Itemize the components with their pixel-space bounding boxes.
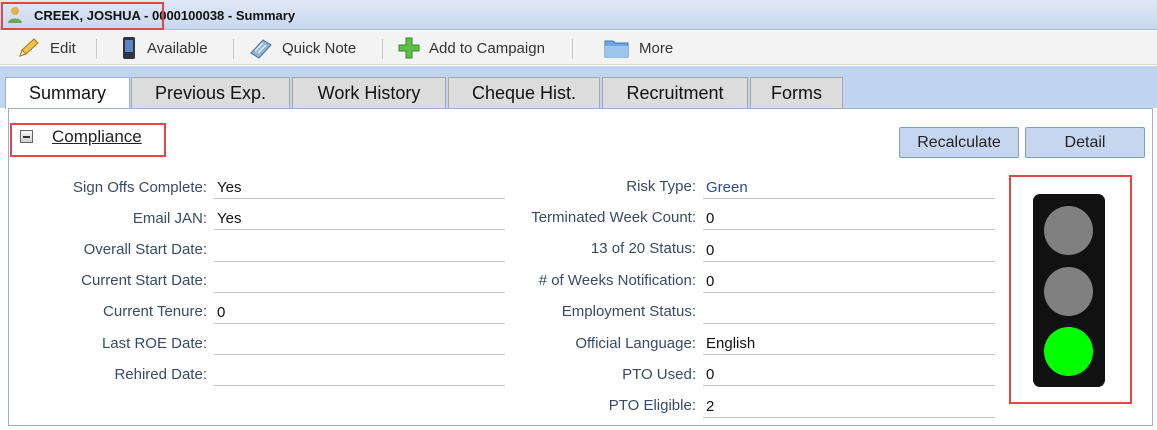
pto-eligible-value: 2 — [703, 396, 995, 418]
overall-start-date-value — [214, 240, 505, 262]
rehired-date-value — [214, 364, 505, 386]
available-label: Available — [147, 39, 208, 57]
field-label: Terminated Week Count: — [531, 209, 696, 226]
last-roe-date-value — [214, 333, 505, 355]
tab-label: Recruitment — [626, 82, 724, 103]
detail-label: Detail — [1064, 133, 1106, 151]
title-bar: CREEK, JOSHUA - 0000100038 - Summary — [0, 0, 1157, 30]
folder-icon — [604, 40, 629, 58]
field-label: # of Weeks Notification: — [538, 272, 696, 289]
edit-button[interactable]: Edit — [17, 36, 76, 60]
tab-label: Forms — [771, 82, 822, 103]
traffic-light-yellow-lamp — [1044, 267, 1093, 316]
add-to-campaign-label: Add to Campaign — [429, 39, 545, 57]
available-button[interactable]: Available — [120, 36, 208, 60]
toolbar-separator — [382, 39, 383, 59]
tab-forms[interactable]: Forms — [750, 77, 843, 108]
sign-offs-complete-value: Yes — [214, 177, 505, 199]
phone-icon — [123, 37, 135, 59]
pencil-icon — [19, 38, 39, 57]
more-label: More — [639, 39, 674, 57]
tab-summary[interactable]: Summary — [5, 77, 130, 109]
current-tenure-value: 0 — [214, 302, 505, 324]
current-start-date-value — [214, 271, 505, 293]
field-label: Risk Type: — [626, 178, 696, 195]
tab-work-history[interactable]: Work History — [292, 77, 446, 108]
field-label: Sign Offs Complete: — [73, 179, 207, 196]
field-label: Current Tenure: — [103, 303, 207, 320]
terminated-week-count-value: 0 — [703, 208, 995, 230]
tab-previous-exp[interactable]: Previous Exp. — [131, 77, 290, 108]
traffic-light-red-lamp — [1044, 206, 1093, 255]
toolbar-separator — [96, 39, 97, 59]
email-jan-value: Yes — [214, 208, 505, 230]
field-label: Current Start Date: — [81, 272, 207, 289]
official-language-value: English — [703, 333, 995, 355]
field-label: Overall Start Date: — [83, 241, 207, 258]
add-to-campaign-button[interactable]: Add to Campaign — [398, 36, 545, 60]
thirteen-of-twenty-status-value: 0 — [703, 240, 995, 262]
field-label: 13 of 20 Status: — [590, 240, 696, 257]
field-label: PTO Used: — [622, 366, 696, 383]
recalculate-button[interactable]: Recalculate — [899, 127, 1019, 158]
tab-strip: Summary Previous Exp. Work History Chequ… — [0, 66, 1157, 109]
edit-label: Edit — [50, 39, 76, 57]
toolbar: Edit Available Quick Note Add to Campaig… — [0, 31, 1157, 65]
field-label: Official Language: — [575, 335, 696, 352]
weeks-notification-value: 0 — [703, 271, 995, 293]
tab-label: Cheque Hist. — [471, 82, 577, 103]
highlight-box-compliance — [10, 123, 166, 157]
tab-label: Previous Exp. — [154, 82, 267, 103]
quick-note-button[interactable]: Quick Note — [249, 36, 356, 60]
plus-icon — [398, 37, 420, 59]
detail-button[interactable]: Detail — [1025, 127, 1145, 158]
pto-used-value: 0 — [703, 364, 995, 386]
field-label: Rehired Date: — [114, 366, 207, 383]
employment-status-value — [703, 302, 995, 324]
traffic-light-green-lamp — [1044, 327, 1093, 376]
tab-cheque-hist[interactable]: Cheque Hist. — [448, 77, 600, 108]
field-label: PTO Eligible: — [608, 397, 696, 414]
tab-label: Summary — [28, 83, 106, 103]
tab-label: Work History — [317, 82, 421, 103]
more-button[interactable]: More — [604, 36, 673, 60]
field-label: Email JAN: — [132, 210, 207, 227]
quick-note-label: Quick Note — [282, 39, 357, 57]
note-icon — [250, 39, 272, 59]
highlight-box-title — [1, 2, 164, 30]
tab-recruitment[interactable]: Recruitment — [602, 77, 748, 108]
toolbar-separator — [233, 39, 234, 59]
field-label: Employment Status: — [561, 303, 696, 320]
field-label: Last ROE Date: — [101, 335, 207, 352]
toolbar-separator — [572, 39, 573, 59]
risk-type-value: Green — [703, 177, 995, 199]
recalculate-label: Recalculate — [917, 133, 1001, 151]
